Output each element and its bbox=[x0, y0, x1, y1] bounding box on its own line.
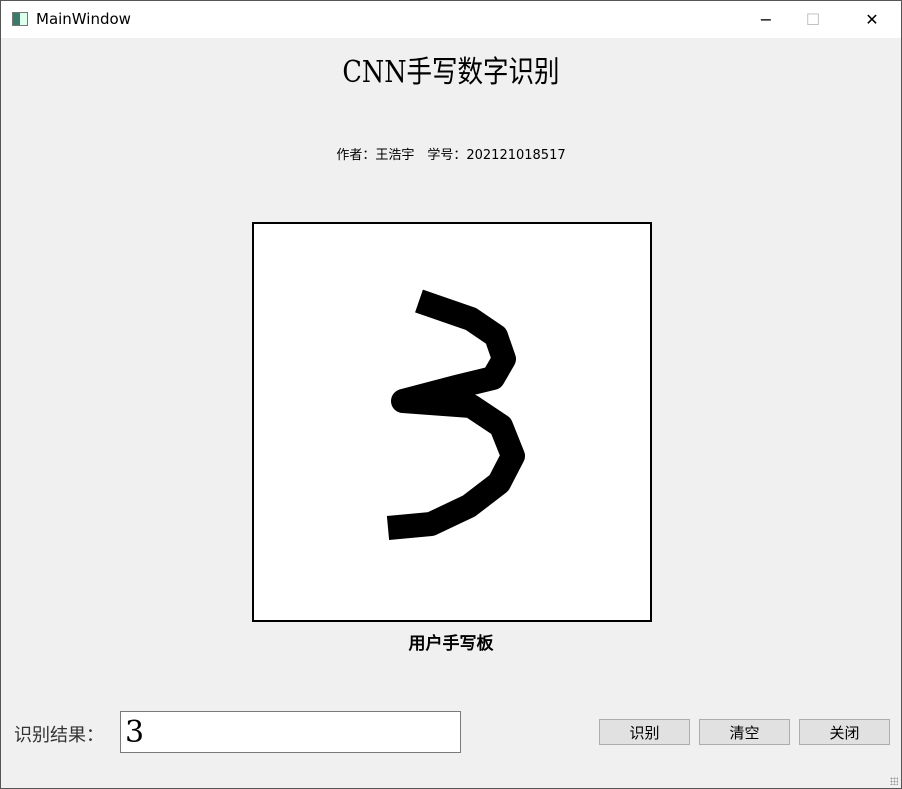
maximize-button[interactable]: ☐ bbox=[790, 1, 836, 38]
handwritten-stroke bbox=[386, 289, 525, 540]
window-title: MainWindow bbox=[36, 10, 131, 28]
app-icon bbox=[12, 12, 28, 26]
result-label: 识别结果： bbox=[14, 725, 104, 746]
close-window-button[interactable]: ✕ bbox=[849, 1, 895, 38]
result-field[interactable]: 3 bbox=[120, 711, 461, 753]
canvas-label: 用户手写板 bbox=[408, 634, 494, 654]
recognize-button[interactable]: 识别 bbox=[599, 719, 690, 745]
main-window: MainWindow − ☐ ✕ CNN手写数字识别 作者：王浩宇 学号：202… bbox=[0, 0, 902, 789]
close-button[interactable]: 关闭 bbox=[799, 719, 890, 745]
resize-grip[interactable] bbox=[890, 777, 898, 785]
handwriting-canvas[interactable] bbox=[252, 222, 652, 622]
page-title: CNN手写数字识别 bbox=[342, 55, 560, 90]
title-bar: MainWindow − ☐ ✕ bbox=[1, 1, 901, 38]
clear-button[interactable]: 清空 bbox=[699, 719, 790, 745]
author-info: 作者：王浩宇 学号：202121018517 bbox=[336, 148, 566, 163]
minimize-button[interactable]: − bbox=[743, 1, 789, 38]
